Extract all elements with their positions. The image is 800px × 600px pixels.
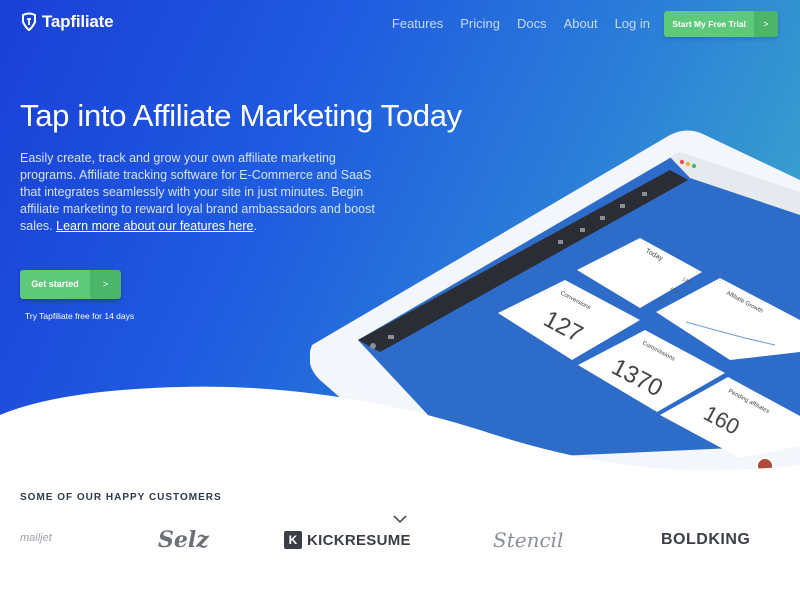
chevron-down-icon[interactable] bbox=[393, 514, 407, 524]
top-nav: Tapfiliate Features Pricing Docs About L… bbox=[0, 0, 800, 48]
window-dot-green bbox=[691, 163, 697, 169]
get-started-label: Get started bbox=[20, 270, 90, 299]
hero-wave-divider bbox=[0, 386, 800, 470]
customers-heading: SOME OF OUR HAPPY CUSTOMERS bbox=[20, 492, 222, 503]
sidebar-icon-2 bbox=[388, 335, 394, 339]
brand-logo-selz: Selz bbox=[158, 527, 209, 553]
kickresume-k-icon: K bbox=[284, 531, 302, 549]
tapfiliate-logo-icon bbox=[22, 12, 36, 32]
get-started-arrow: > bbox=[90, 270, 121, 299]
brand-logo-mailjet: mailjet bbox=[20, 532, 52, 544]
get-started-button[interactable]: Get started > bbox=[20, 270, 121, 299]
learn-more-link[interactable]: Learn more about our features here bbox=[56, 219, 253, 233]
nav-link-login[interactable]: Log in bbox=[615, 16, 650, 31]
nav-link-pricing[interactable]: Pricing bbox=[460, 16, 500, 31]
window-dot-yellow bbox=[685, 161, 691, 167]
window-dot-red bbox=[679, 159, 685, 165]
sidebar-icon-4 bbox=[580, 228, 585, 232]
logo[interactable]: Tapfiliate bbox=[20, 12, 114, 32]
learn-more-suffix: . bbox=[253, 219, 257, 233]
sidebar-icon-7 bbox=[642, 192, 647, 196]
start-free-trial-arrow: > bbox=[754, 11, 778, 37]
start-free-trial-label: Start My Free Trial bbox=[664, 11, 754, 37]
sidebar-icon-1 bbox=[370, 343, 376, 349]
brand-logo-stencil: Stencil bbox=[493, 528, 564, 552]
brand-logo-kickresume: K KICKRESUME bbox=[284, 531, 411, 549]
hero-section: Tapfiliate Features Pricing Docs About L… bbox=[0, 0, 800, 470]
nav-links: Features Pricing Docs About Log in bbox=[392, 16, 650, 31]
trial-note: Try Tapfiliate free for 14 days bbox=[25, 311, 135, 321]
hero-title: Tap into Affiliate Marketing Today bbox=[20, 98, 462, 133]
sidebar-icon-5 bbox=[600, 216, 605, 220]
nav-link-features[interactable]: Features bbox=[392, 16, 443, 31]
nav-link-about[interactable]: About bbox=[564, 16, 598, 31]
kickresume-text: KICKRESUME bbox=[307, 531, 411, 549]
brand-logo-boldking: BOLDKING bbox=[661, 531, 751, 548]
nav-link-docs[interactable]: Docs bbox=[517, 16, 547, 31]
sidebar-icon-6 bbox=[620, 204, 625, 208]
sidebar-icon-3 bbox=[558, 240, 563, 244]
start-free-trial-button[interactable]: Start My Free Trial > bbox=[664, 11, 778, 37]
logo-text: Tapfiliate bbox=[42, 12, 114, 31]
